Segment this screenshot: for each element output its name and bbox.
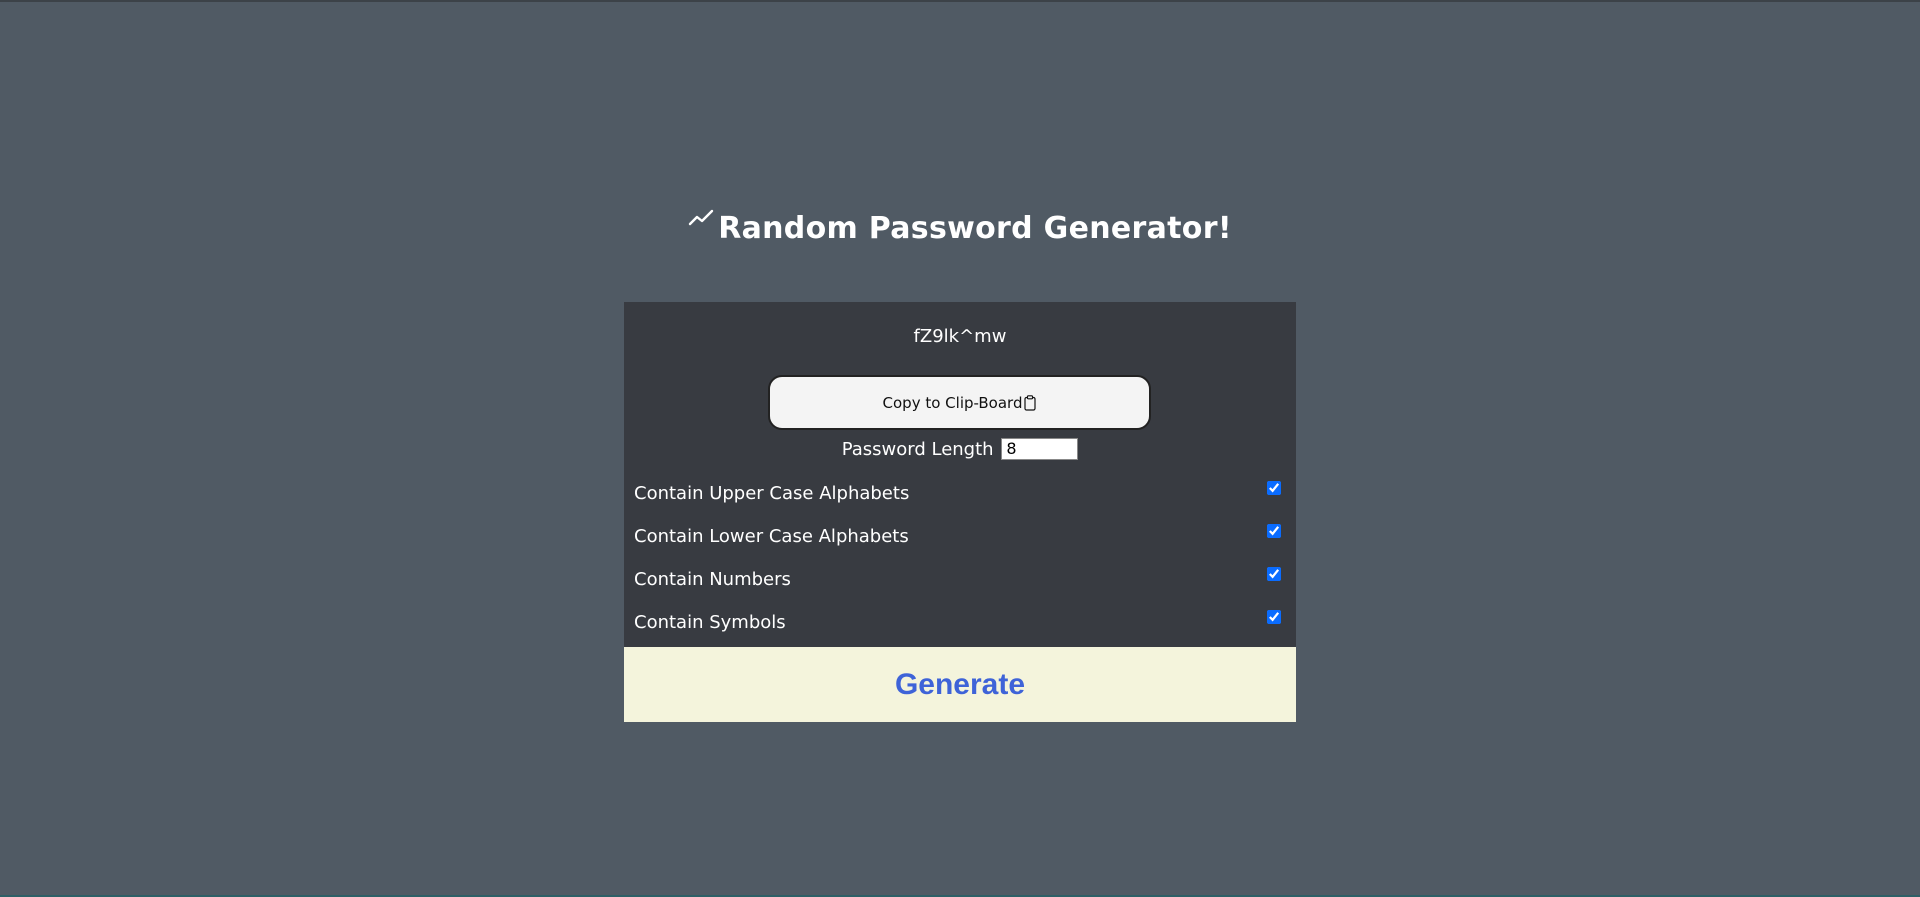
clipboard-icon [1024, 394, 1037, 411]
option-label: Contain Symbols [634, 612, 786, 633]
password-output: fZ9lk^mw [913, 326, 1007, 347]
option-numbers: Contain Numbers [634, 565, 1286, 595]
generator-card: fZ9lk^mw Copy to Clip-Board Password Len… [624, 302, 1296, 722]
option-upper-case: Contain Upper Case Alphabets [634, 479, 1286, 509]
option-symbols: Contain Symbols [634, 608, 1286, 638]
option-label: Contain Lower Case Alphabets [634, 526, 909, 547]
option-label: Contain Numbers [634, 569, 791, 590]
password-length-label: Password Length [841, 439, 994, 460]
copy-to-clipboard-button[interactable]: Copy to Clip-Board [768, 375, 1151, 430]
upper-case-checkbox[interactable] [1267, 481, 1281, 495]
page-title-text: Random Password Generator! [718, 211, 1232, 246]
option-label: Contain Upper Case Alphabets [634, 483, 910, 504]
password-length-input[interactable] [1001, 437, 1079, 460]
generate-button[interactable]: Generate [624, 647, 1296, 722]
password-length-row: Password Length [624, 436, 1296, 464]
lower-case-checkbox[interactable] [1267, 524, 1281, 538]
page-title: Random Password Generator! [0, 206, 1920, 252]
option-lower-case: Contain Lower Case Alphabets [634, 522, 1286, 552]
symbols-checkbox[interactable] [1267, 610, 1281, 624]
numbers-checkbox[interactable] [1267, 567, 1281, 581]
window-top-border [0, 0, 1920, 2]
copy-button-label: Copy to Clip-Board [882, 393, 1023, 412]
chart-line-icon [688, 209, 714, 226]
